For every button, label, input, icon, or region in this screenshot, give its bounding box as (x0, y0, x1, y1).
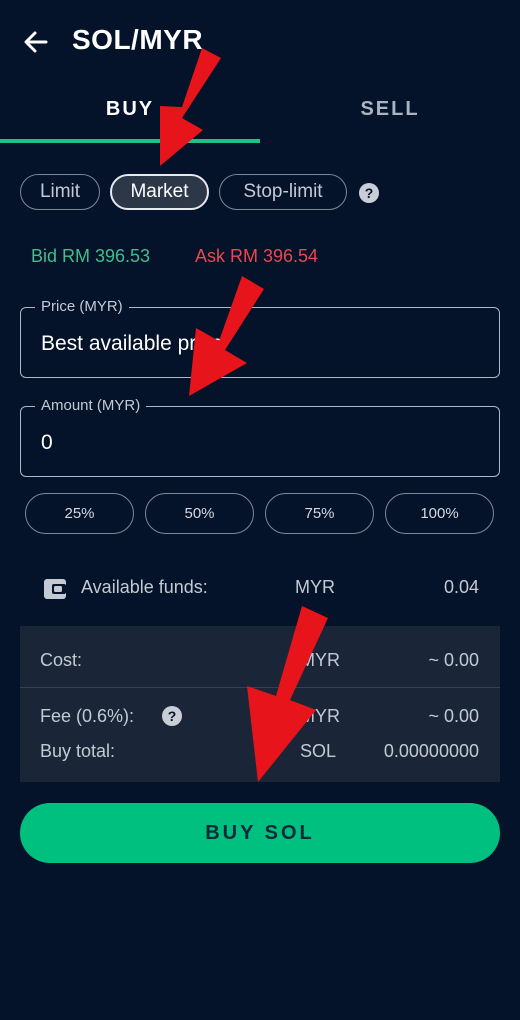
bid-price: Bid RM 396.53 (31, 246, 151, 266)
fee-label: Fee (0.6%): (40, 706, 135, 726)
price-field-value: Best available price (41, 332, 224, 355)
buy-sol-button[interactable]: BUY SOL (20, 803, 500, 863)
amount-field[interactable]: Amount (MYR) 0 (20, 397, 500, 477)
percent-75-button[interactable]: 75% (265, 493, 374, 534)
amount-field-label: Amount (MYR) (35, 397, 147, 414)
buy-total-currency: SOL (300, 741, 337, 761)
help-icon[interactable]: ? (359, 183, 379, 203)
available-funds-label: Available funds: (81, 577, 208, 597)
tab-sell[interactable]: SELL (260, 98, 520, 121)
cost-value: ~ 0.00 (428, 650, 479, 670)
order-type-limit[interactable]: Limit (20, 174, 100, 210)
available-funds-currency: MYR (295, 577, 335, 597)
fee-value: ~ 0.00 (428, 706, 479, 726)
page-title: SOL/MYR (72, 24, 204, 55)
back-arrow-icon[interactable] (22, 28, 50, 56)
percent-50-button[interactable]: 50% (145, 493, 254, 534)
buy-total-value: 0.00000000 (383, 741, 479, 761)
percent-100-button[interactable]: 100% (385, 493, 494, 534)
price-field[interactable]: Price (MYR) Best available price (20, 298, 500, 378)
percent-25-button[interactable]: 25% (25, 493, 134, 534)
order-type-market[interactable]: Market (110, 174, 209, 210)
order-type-stop-limit[interactable]: Stop-limit (219, 174, 347, 210)
fee-currency: MYR (300, 706, 340, 726)
order-summary-panel: Cost: MYR ~ 0.00 Fee (0.6%): ? MYR ~ 0.0… (20, 626, 500, 782)
available-funds-value: 0.04 (443, 577, 479, 597)
cost-currency: MYR (300, 650, 340, 670)
active-tab-indicator (0, 139, 260, 143)
buy-total-label: Buy total: (40, 741, 116, 761)
ask-price: Ask RM 396.54 (195, 246, 319, 266)
wallet-icon (44, 579, 66, 599)
summary-divider (20, 687, 500, 688)
amount-field-value[interactable]: 0 (41, 431, 53, 455)
cost-label: Cost: (40, 650, 83, 670)
fee-help-icon[interactable]: ? (162, 706, 182, 726)
tab-buy[interactable]: BUY (0, 98, 260, 121)
price-field-label: Price (MYR) (35, 298, 129, 315)
